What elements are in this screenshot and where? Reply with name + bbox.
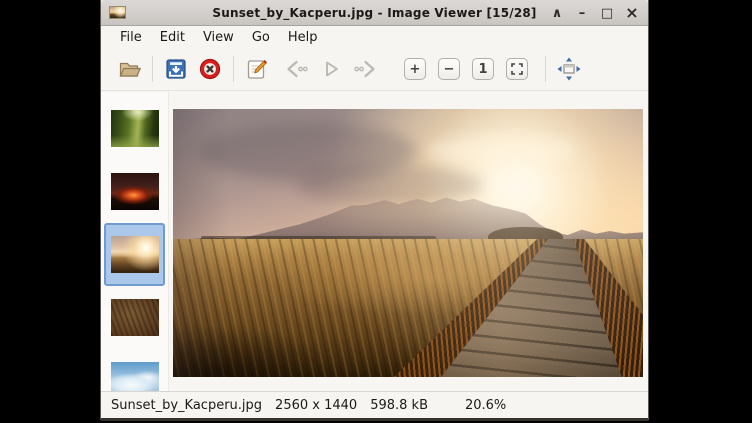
- close-button[interactable]: ×: [624, 5, 640, 21]
- save-icon: [164, 57, 188, 81]
- zoom-fit-button[interactable]: [501, 53, 533, 85]
- stop-delete-icon: [198, 57, 222, 81]
- status-filesize: 598.8 kB: [370, 398, 428, 413]
- dark-sunset-thumbnail: [111, 173, 159, 210]
- minimize-button[interactable]: –: [574, 7, 590, 20]
- delete-button[interactable]: [194, 53, 226, 85]
- window-controls: ∧ – □ ×: [549, 0, 640, 26]
- statusbar: Sunset_by_Kacperu.jpg 2560 x 1440 598.8 …: [101, 391, 648, 418]
- edit-pencil-icon: [245, 57, 269, 81]
- zoom-in-icon: +: [404, 58, 426, 80]
- toolbar-separator: [152, 56, 153, 82]
- toolbar-separator: [233, 56, 234, 82]
- zoom-out-icon: −: [438, 58, 460, 80]
- next-image-button[interactable]: [349, 53, 381, 85]
- zoom-out-button[interactable]: −: [433, 53, 465, 85]
- titlebar[interactable]: Sunset_by_Kacperu.jpg - Image Viewer [15…: [101, 0, 648, 26]
- image-view-area[interactable]: [169, 92, 648, 391]
- slideshow-button[interactable]: [315, 53, 347, 85]
- folder-open-icon: [117, 57, 141, 81]
- menu-file[interactable]: File: [111, 28, 151, 47]
- thumbnail-item-clouds[interactable]: [101, 349, 168, 391]
- save-as-button[interactable]: [160, 53, 192, 85]
- photo-wheat-field: [173, 239, 643, 377]
- dirt-ground-thumbnail: [111, 299, 159, 336]
- menu-help[interactable]: Help: [279, 28, 327, 47]
- clouds-sky-thumbnail: [111, 362, 159, 391]
- arrow-right-icon: [352, 57, 378, 81]
- thumbnail-item-dark-sunset[interactable]: [101, 160, 168, 223]
- main-photo-sunset-field-path: [173, 109, 643, 377]
- sunset-field-thumbnail: [111, 236, 159, 273]
- menu-view[interactable]: View: [194, 28, 243, 47]
- menu-go[interactable]: Go: [243, 28, 279, 47]
- status-dimensions: 2560 x 1440: [275, 398, 357, 413]
- maximize-button[interactable]: □: [599, 7, 615, 20]
- fullscreen-icon: [556, 56, 582, 82]
- thumbnail-item-sunset-field-selected[interactable]: [104, 223, 165, 286]
- thumbnail-sidebar[interactable]: [101, 92, 169, 391]
- open-folder-button[interactable]: [113, 53, 145, 85]
- forest-thumbnail: [111, 110, 159, 147]
- thumbnail-item-dirt[interactable]: [101, 286, 168, 349]
- status-zoom-level: 20.6%: [465, 398, 506, 413]
- menubar: File Edit View Go Help: [101, 26, 648, 48]
- photo-stone-path: [173, 239, 643, 377]
- status-filename: Sunset_by_Kacperu.jpg: [111, 398, 262, 413]
- thumbnail-item-forest[interactable]: [101, 97, 168, 160]
- fullscreen-button[interactable]: [553, 53, 585, 85]
- photo-cloud: [427, 136, 577, 165]
- toolbar-separator: [545, 56, 546, 82]
- zoom-in-button[interactable]: +: [399, 53, 431, 85]
- content-area: [101, 92, 648, 391]
- zoom-original-button[interactable]: 1: [467, 53, 499, 85]
- edit-button[interactable]: [241, 53, 273, 85]
- previous-image-button[interactable]: [281, 53, 313, 85]
- arrow-left-icon: [284, 57, 310, 81]
- menu-edit[interactable]: Edit: [151, 28, 194, 47]
- play-icon: [319, 57, 343, 81]
- shade-button[interactable]: ∧: [549, 7, 565, 20]
- toolbar: + − 1: [101, 48, 648, 91]
- zoom-fit-icon: [506, 58, 528, 80]
- zoom-1-icon: 1: [472, 58, 494, 80]
- image-viewer-window: Sunset_by_Kacperu.jpg - Image Viewer [15…: [100, 0, 649, 421]
